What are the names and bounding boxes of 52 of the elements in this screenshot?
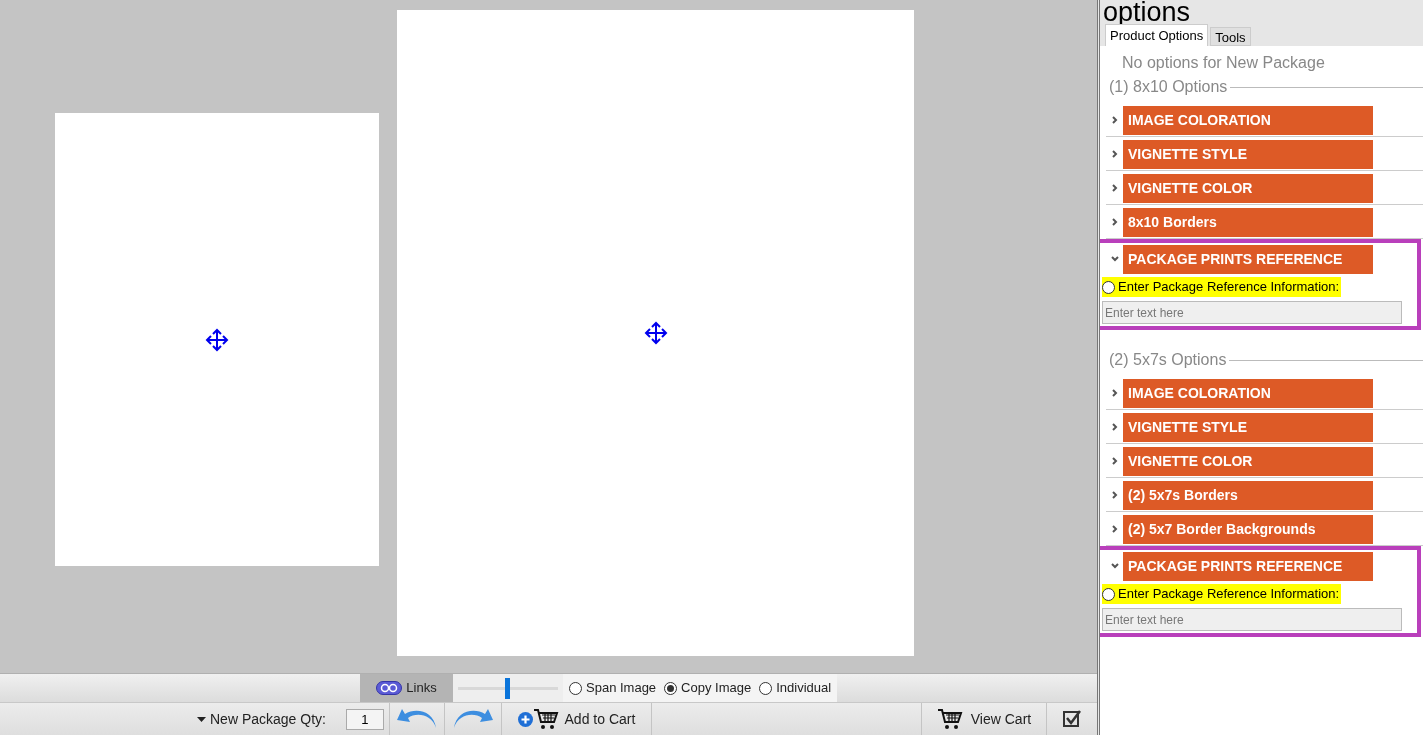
option-header[interactable]: IMAGE COLORATION	[1123, 378, 1373, 408]
redo-icon	[451, 708, 494, 730]
cart-icon	[936, 708, 963, 730]
add-to-cart-button[interactable]: Add to Cart	[501, 703, 652, 735]
qty-field[interactable]: 1	[345, 708, 384, 730]
links-button[interactable]: Links	[360, 674, 453, 702]
reference-text-field[interactable]: Enter text here	[1102, 301, 1402, 324]
qty-label: New Package Qty:	[210, 709, 326, 729]
option-header[interactable]: (2) 5x7s Borders	[1123, 480, 1373, 510]
chevron-right-icon[interactable]	[1111, 184, 1118, 192]
option-header[interactable]: PACKAGE PRINTS REFERENCE	[1123, 551, 1373, 581]
panel-tab[interactable]: Tools	[1210, 27, 1251, 46]
section-title: (2) 5x7s Options	[1108, 350, 1228, 370]
move-icon	[205, 327, 229, 352]
option-header[interactable]: IMAGE COLORATION	[1123, 105, 1373, 135]
chevron-right-icon[interactable]	[1111, 525, 1118, 533]
chevron-right-icon[interactable]	[1111, 150, 1118, 158]
link-icon	[376, 681, 403, 695]
option-header[interactable]: 8x10 Borders	[1123, 207, 1373, 237]
checkbox-icon	[1063, 710, 1081, 728]
slider-thumb[interactable]	[504, 677, 510, 699]
chevron-down-icon[interactable]	[1110, 256, 1119, 262]
notice-text: No options for New Package	[1121, 53, 1326, 73]
chevron-right-icon[interactable]	[1111, 423, 1118, 431]
mode-radio[interactable]: Span Image	[569, 678, 657, 698]
chevron-right-icon[interactable]	[1111, 457, 1118, 465]
chevron-right-icon[interactable]	[1111, 218, 1118, 226]
section-title: (1) 8x10 Options	[1108, 77, 1229, 97]
move-icon	[643, 321, 668, 345]
reference-radio[interactable]: Enter Package Reference Information:	[1102, 584, 1342, 604]
panel-title: options	[1102, 0, 1191, 24]
dropdown-caret-icon[interactable]	[197, 716, 206, 722]
plus-icon	[517, 711, 533, 727]
reference-text-field[interactable]: Enter text here	[1102, 608, 1402, 631]
undo-icon	[395, 708, 438, 730]
option-header[interactable]: PACKAGE PRINTS REFERENCE	[1123, 244, 1373, 274]
chevron-down-icon[interactable]	[1110, 563, 1119, 569]
chevron-right-icon[interactable]	[1111, 116, 1118, 124]
chevron-right-icon[interactable]	[1111, 491, 1118, 499]
reference-radio[interactable]: Enter Package Reference Information:	[1102, 277, 1342, 297]
chevron-right-icon[interactable]	[1111, 389, 1118, 397]
option-header[interactable]: (2) 5x7 Border Backgrounds	[1123, 514, 1373, 544]
option-header[interactable]: VIGNETTE COLOR	[1123, 173, 1373, 203]
mode-radio[interactable]: Copy Image	[664, 678, 752, 698]
option-header[interactable]: VIGNETTE STYLE	[1123, 139, 1373, 169]
cart-icon	[532, 708, 559, 730]
mode-radio[interactable]: Individual	[759, 678, 832, 698]
view-cart-button[interactable]: View Cart	[921, 703, 1047, 735]
undo-button[interactable]	[388, 703, 445, 735]
option-header[interactable]: VIGNETTE STYLE	[1123, 412, 1373, 442]
option-header[interactable]: VIGNETTE COLOR	[1123, 446, 1373, 476]
panel-tab[interactable]: Product Options	[1105, 24, 1209, 46]
